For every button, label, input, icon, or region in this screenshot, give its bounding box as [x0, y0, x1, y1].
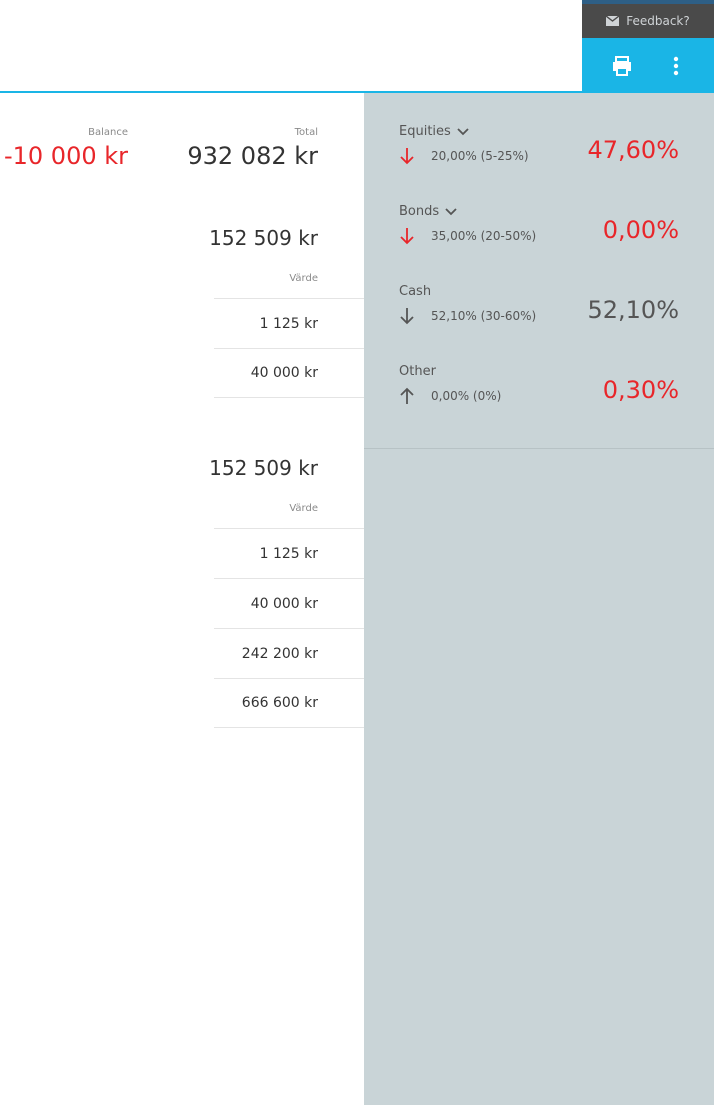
table-row[interactable]: 1 125 kr: [214, 528, 364, 578]
arrow-up-icon: [400, 387, 414, 404]
chevron-down-icon[interactable]: [457, 127, 469, 136]
panel-divider: [364, 448, 714, 449]
allocation-target: 35,00% (20-50%): [431, 229, 537, 243]
table-row[interactable]: 40 000 kr: [214, 348, 364, 398]
chevron-down-icon[interactable]: [445, 207, 457, 216]
balance-label: Balance: [88, 127, 128, 138]
allocation-actual: 0,00%: [602, 216, 679, 244]
mail-icon: [606, 16, 620, 26]
table-row[interactable]: 1 125 kr: [214, 298, 364, 348]
feedback-button[interactable]: Feedback?: [582, 4, 714, 38]
balance-value: -10 000 kr: [3, 142, 128, 170]
allocation-name: Cash: [399, 284, 432, 299]
allocation-item-bonds: Bonds 35,00% (20-50%) 0,00%: [364, 204, 714, 284]
allocation-panel: Equities 20,00% (5-25%) 47,60% Bonds 35,…: [364, 93, 714, 1105]
allocation-actual: 52,10%: [587, 296, 679, 324]
value-table: 1 125 kr 40 000 kr: [214, 298, 364, 398]
allocation-title: Cash: [399, 284, 431, 299]
allocation-target: 20,00% (5-25%): [431, 149, 529, 163]
allocation-item-cash: Cash 52,10% (30-60%) 52,10%: [364, 284, 714, 364]
allocation-target: 52,10% (30-60%): [431, 309, 537, 323]
arrow-down-icon: [400, 308, 414, 325]
table-row[interactable]: 242 200 kr: [214, 628, 364, 678]
arrow-down-icon: [400, 148, 414, 165]
total-label: Total: [294, 127, 318, 138]
value-table: 1 125 kr 40 000 kr 242 200 kr 666 600 kr: [214, 528, 364, 728]
print-icon[interactable]: [610, 54, 634, 78]
column-header-value: Värde: [289, 273, 318, 284]
table-row[interactable]: 40 000 kr: [214, 578, 364, 628]
allocation-actual: 47,60%: [587, 136, 679, 164]
allocation-name: Other: [399, 364, 436, 379]
more-options-icon[interactable]: [670, 54, 682, 78]
column-header-value: Värde: [289, 503, 318, 514]
section-value: 152 509 kr: [209, 226, 318, 250]
allocation-title[interactable]: Bonds: [399, 204, 457, 219]
arrow-down-icon: [400, 228, 414, 245]
total-value: 932 082 kr: [187, 142, 318, 170]
allocation-actual: 0,30%: [602, 376, 679, 404]
allocation-name: Equities: [399, 124, 451, 139]
action-bar: [582, 38, 714, 93]
table-row[interactable]: 666 600 kr: [214, 678, 364, 728]
allocation-title[interactable]: Equities: [399, 124, 469, 139]
section-value: 152 509 kr: [209, 456, 318, 480]
allocation-title: Other: [399, 364, 436, 379]
allocation-item-other: Other 0,00% (0%) 0,30%: [364, 364, 714, 444]
allocation-target: 0,00% (0%): [431, 389, 502, 403]
allocation-name: Bonds: [399, 204, 440, 219]
feedback-label: Feedback?: [626, 14, 690, 28]
allocation-item-equities: Equities 20,00% (5-25%) 47,60%: [364, 124, 714, 204]
